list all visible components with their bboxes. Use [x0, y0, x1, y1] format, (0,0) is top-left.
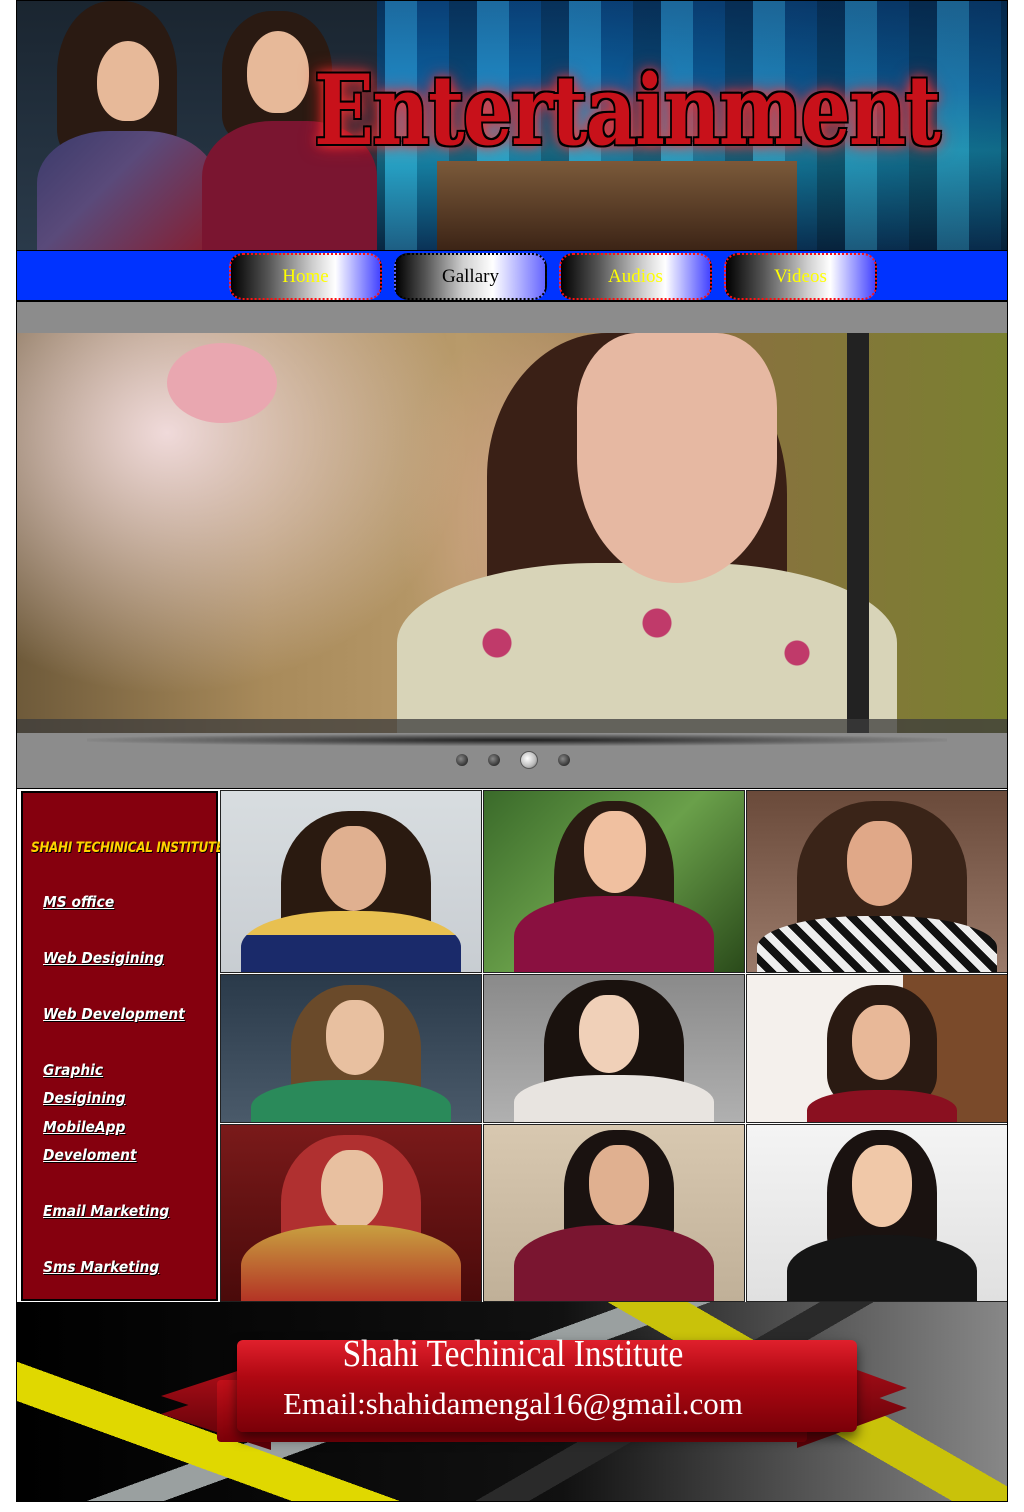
gallery-photo-1[interactable]: [220, 790, 482, 973]
nav-videos[interactable]: Videos: [724, 253, 877, 300]
photo-gallery: [220, 790, 1007, 1302]
page-frame: Entertainment Home Gallary Audios Videos…: [16, 0, 1008, 1502]
sidebar-item-web-designing[interactable]: Web Desigining: [43, 944, 190, 972]
header-banner: Entertainment: [17, 1, 1007, 250]
slider-shadow: [87, 734, 947, 746]
footer: Shahi Techinical Institute Email:shahida…: [17, 1302, 1007, 1501]
gallery-photo-5[interactable]: [483, 974, 745, 1123]
slider-dots: [17, 751, 1007, 769]
slider-dot-2[interactable]: [488, 754, 500, 766]
nav-home[interactable]: Home: [229, 253, 382, 300]
sidebar-item-graphic-designing[interactable]: Graphic Desigining: [43, 1056, 190, 1112]
nav-gallary[interactable]: Gallary: [394, 253, 547, 300]
slide-dress: [397, 563, 897, 733]
footer-email[interactable]: Email:shahidamengal16@gmail.com: [17, 1386, 1007, 1422]
sidebar-item-web-development[interactable]: Web Development: [43, 1000, 190, 1028]
main-nav: Home Gallary Audios Videos: [17, 250, 1007, 302]
slide-image[interactable]: q3: [17, 333, 1007, 733]
sidebar-item-email-marketing[interactable]: Email Marketing: [43, 1197, 190, 1225]
flower-image: [167, 343, 277, 423]
gallery-photo-3[interactable]: [746, 790, 1007, 973]
slider-dot-3[interactable]: [520, 751, 538, 769]
slider-dot-1[interactable]: [456, 754, 468, 766]
slide-caption: q3: [17, 719, 1007, 733]
course-sidebar: SHAHI TECHINICAL INSTITUTE MS office Web…: [21, 791, 224, 1301]
gallery-photo-2[interactable]: [483, 790, 745, 973]
slide-face: [577, 333, 777, 583]
sidebar-item-ms-office[interactable]: MS office: [43, 888, 190, 916]
nav-audios[interactable]: Audios: [559, 253, 712, 300]
gallery-photo-9[interactable]: [746, 1124, 1007, 1302]
gallery-photo-4[interactable]: [220, 974, 482, 1123]
gallery-photo-8[interactable]: [483, 1124, 745, 1302]
footer-title: Shahi Techinical Institute: [342, 1333, 684, 1375]
image-slider: q3: [17, 302, 1007, 789]
banner-title: Entertainment: [314, 53, 941, 167]
slider-dot-4[interactable]: [558, 754, 570, 766]
slide-bar: [847, 333, 869, 733]
sidebar-item-sms-marketing[interactable]: Sms Marketing: [43, 1253, 190, 1281]
gallery-photo-7[interactable]: [220, 1124, 482, 1302]
gallery-photo-6[interactable]: [746, 974, 1007, 1123]
sidebar-title: SHAHI TECHINICAL INSTITUTE: [31, 840, 224, 856]
sidebar-item-mobileapp-development[interactable]: MobileApp Develoment: [43, 1113, 144, 1169]
